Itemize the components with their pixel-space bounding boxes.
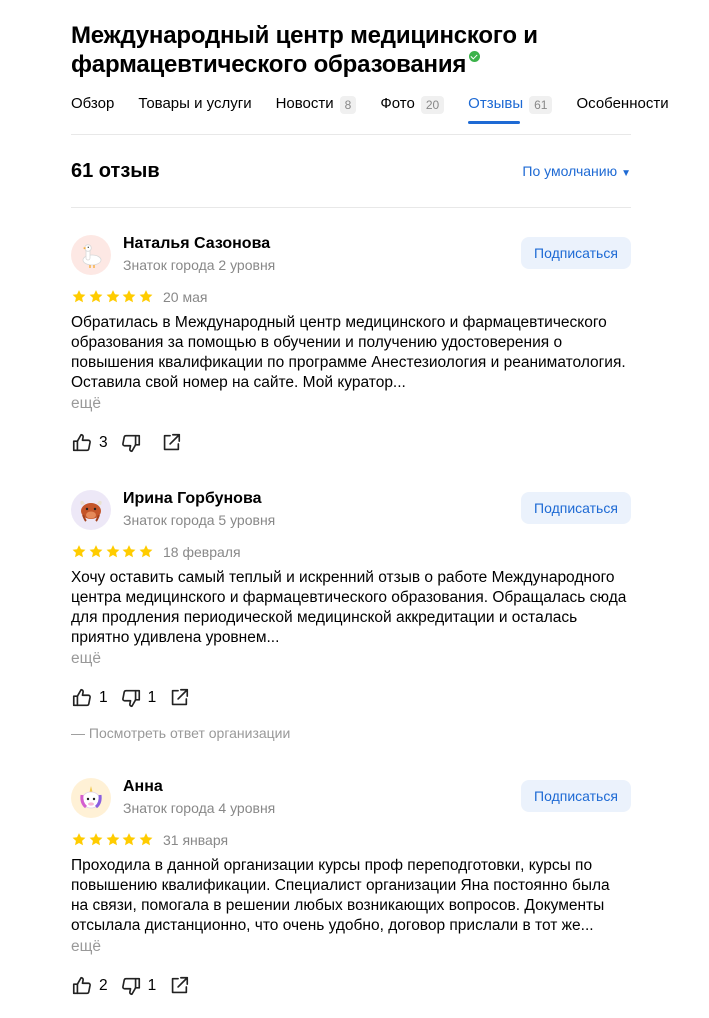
author-name[interactable]: Ирина Горбунова bbox=[123, 490, 261, 508]
thumbs-up-icon bbox=[72, 976, 91, 995]
dislike-button[interactable]: 1 bbox=[120, 687, 157, 709]
review-text: Обратилась в Международный центр медицин… bbox=[71, 314, 626, 391]
review-actions: 1 1 bbox=[71, 687, 202, 709]
star-icon bbox=[122, 545, 136, 558]
review-date: 20 мая bbox=[163, 289, 208, 305]
tab-news[interactable]: Новости 8 bbox=[276, 95, 357, 125]
author-level: Знаток города 5 уровня bbox=[123, 512, 276, 528]
review-text: Хочу оставить самый теплый и искренний о… bbox=[71, 569, 627, 646]
thumbs-down-icon bbox=[121, 434, 140, 453]
author-level: Знаток города 2 уровня bbox=[123, 257, 276, 273]
like-button[interactable]: 2 bbox=[71, 975, 108, 997]
star-icon bbox=[72, 545, 86, 558]
caret-down-icon: ▼ bbox=[621, 168, 631, 179]
tab-count-badge: 8 bbox=[339, 96, 357, 114]
rating-stars bbox=[71, 544, 155, 559]
tab-reviews[interactable]: Отзывы 61 bbox=[468, 95, 553, 125]
share-icon bbox=[172, 688, 189, 706]
share-icon bbox=[163, 433, 180, 451]
subscribe-button[interactable]: Подписаться bbox=[521, 492, 631, 524]
sort-dropdown[interactable]: По умолчанию ▼ bbox=[522, 163, 631, 179]
like-count: 1 bbox=[99, 689, 108, 706]
dislike-count: 1 bbox=[147, 689, 157, 706]
share-button[interactable] bbox=[168, 687, 190, 709]
author-name[interactable]: Наталья Сазонова bbox=[123, 235, 270, 253]
like-count: 2 bbox=[99, 977, 108, 994]
like-count: 3 bbox=[99, 434, 108, 451]
star-icon bbox=[139, 833, 153, 846]
avatar[interactable] bbox=[71, 235, 111, 275]
verified-icon bbox=[469, 51, 481, 62]
thumbs-up-icon bbox=[72, 688, 91, 707]
goose-icon bbox=[82, 244, 102, 268]
star-icon bbox=[122, 833, 136, 846]
review-text: Проходила в данной организации курсы про… bbox=[71, 857, 610, 934]
star-icon bbox=[106, 545, 120, 558]
star-icon bbox=[106, 833, 120, 846]
tab-count-badge: 61 bbox=[529, 96, 553, 114]
author-level: Знаток города 4 уровня bbox=[123, 800, 276, 816]
star-icon bbox=[122, 290, 136, 303]
dislike-button[interactable] bbox=[120, 432, 148, 454]
unicorn-icon bbox=[80, 786, 102, 809]
expand-link[interactable]: ещё bbox=[71, 395, 101, 413]
subscribe-button[interactable]: Подписаться bbox=[521, 237, 631, 269]
star-icon bbox=[72, 290, 86, 303]
thumbs-down-icon bbox=[121, 689, 140, 708]
star-icon bbox=[72, 833, 86, 846]
tab-features[interactable]: Особенности bbox=[576, 95, 668, 125]
rating-stars bbox=[71, 289, 155, 304]
expand-link[interactable]: ещё bbox=[71, 938, 101, 956]
star-icon bbox=[139, 290, 153, 303]
rating-stars bbox=[71, 832, 155, 847]
page-title: Международный центр медицинского и фарма… bbox=[71, 21, 611, 79]
thumbs-up-icon bbox=[72, 433, 91, 452]
star-icon bbox=[139, 545, 153, 558]
yak-icon bbox=[80, 500, 102, 522]
share-button[interactable] bbox=[160, 432, 182, 454]
tab-overview[interactable]: Обзор bbox=[71, 95, 114, 125]
share-button[interactable] bbox=[168, 975, 190, 997]
review-date: 18 февраля bbox=[163, 544, 241, 560]
tab-bar: Обзор Товары и услуги Новости 8 Фото 20 От… bbox=[71, 95, 693, 125]
view-org-reply-link[interactable]: — Посмотреть ответ организации bbox=[71, 725, 290, 741]
org-title-text: Международный центр медицинского и фарма… bbox=[71, 22, 538, 78]
divider bbox=[71, 207, 631, 208]
avatar[interactable] bbox=[71, 778, 111, 818]
star-icon bbox=[106, 290, 120, 303]
thumbs-down-icon bbox=[121, 977, 140, 996]
divider bbox=[71, 134, 631, 135]
tab-count-badge: 20 bbox=[420, 96, 445, 114]
reviews-count: 61 отзыв bbox=[71, 160, 160, 182]
expand-link[interactable]: ещё bbox=[71, 650, 101, 668]
like-button[interactable]: 3 bbox=[71, 432, 108, 454]
like-button[interactable]: 1 bbox=[71, 687, 108, 709]
tab-photo[interactable]: Фото 20 bbox=[380, 95, 445, 125]
subscribe-button[interactable]: Подписаться bbox=[521, 780, 631, 812]
star-icon bbox=[89, 545, 103, 558]
tab-goods-services[interactable]: Товары и услуги bbox=[138, 95, 251, 125]
star-icon bbox=[89, 833, 103, 846]
dislike-button[interactable]: 1 bbox=[120, 975, 157, 997]
review-date: 31 января bbox=[163, 832, 229, 848]
share-icon bbox=[172, 976, 189, 994]
review-actions: 2 1 bbox=[71, 975, 202, 997]
avatar[interactable] bbox=[71, 490, 111, 530]
review-actions: 3 bbox=[71, 432, 194, 454]
dislike-count: 1 bbox=[147, 977, 157, 994]
star-icon bbox=[89, 290, 103, 303]
author-name[interactable]: Анна bbox=[123, 778, 163, 796]
